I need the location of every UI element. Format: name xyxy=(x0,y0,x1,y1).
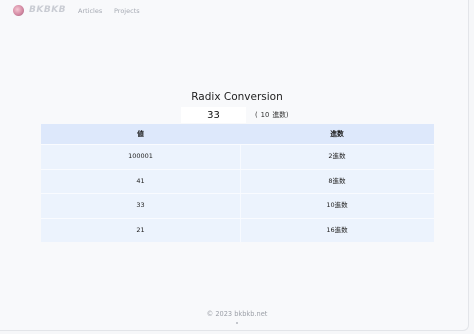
cell-radix: 16進数 xyxy=(326,225,348,234)
cell-value: 100001 xyxy=(128,152,153,160)
nav-link-projects[interactable]: Projects xyxy=(114,6,140,16)
radix-selector[interactable]: (10 進数) xyxy=(255,110,289,120)
table-row: 21 16進数 xyxy=(41,217,434,242)
logo-icon[interactable] xyxy=(13,5,24,16)
cell-radix: 10進数 xyxy=(326,201,348,209)
number-input[interactable] xyxy=(181,107,246,123)
table-row: 33 10進数 xyxy=(41,193,434,218)
conversion-table: 値 進数 100001 2進数 41 8進数 33 10進数 21 16進数 xyxy=(41,124,434,242)
column-header-value: 値 xyxy=(137,130,144,138)
navbar: BKBKB Articles Projects xyxy=(0,0,468,22)
footer-copyright: © 2023 bkbkb.net xyxy=(206,310,268,318)
radix-unit: 進数) xyxy=(272,111,289,119)
cell-radix: 2進数 xyxy=(328,152,346,160)
table-row: 41 8進数 xyxy=(41,168,434,193)
radix-value[interactable]: 10 xyxy=(261,111,270,119)
nav-link-articles[interactable]: Articles xyxy=(78,6,102,16)
page-title: Radix Conversion xyxy=(191,91,283,103)
table-header-row: 値 進数 xyxy=(41,124,434,144)
brand-name[interactable]: BKBKB xyxy=(29,5,66,16)
cell-value: 33 xyxy=(136,201,145,209)
column-header-radix: 進数 xyxy=(330,130,344,138)
page-container: BKBKB Articles Projects Radix Conversion… xyxy=(0,0,469,331)
radix-open-paren: ( xyxy=(255,111,258,119)
cell-value: 41 xyxy=(136,176,145,185)
table-row: 100001 2進数 xyxy=(41,144,434,169)
cell-value: 21 xyxy=(136,225,145,234)
cell-radix: 8進数 xyxy=(328,176,346,185)
footer-dot-icon xyxy=(236,322,238,324)
